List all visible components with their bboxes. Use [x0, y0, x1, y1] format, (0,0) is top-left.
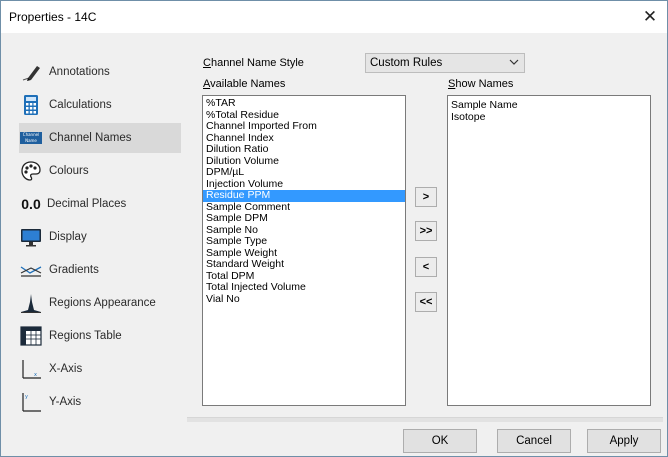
sidebar-item-label: Channel Names: [49, 132, 132, 144]
table-icon: [19, 324, 43, 348]
list-item-selected[interactable]: Residue PPM: [203, 189, 405, 202]
sidebar-item-label: Decimal Places: [47, 198, 127, 210]
remove-all-button[interactable]: <<: [415, 292, 437, 312]
sidebar-item-label: Calculations: [49, 99, 112, 111]
svg-text:y: y: [25, 394, 28, 400]
sidebar-item-label: Regions Appearance: [49, 297, 156, 309]
sidebar-item-label: X-Axis: [49, 363, 83, 375]
sidebar-item-label: Regions Table: [49, 330, 122, 342]
sidebar-item-label: Display: [49, 231, 87, 243]
peak-icon: [19, 291, 43, 315]
sidebar-item-label: Y-Axis: [49, 396, 82, 408]
window-title: Properties - 14C: [9, 10, 97, 24]
pen-icon: [19, 60, 43, 84]
remove-button[interactable]: <: [415, 257, 437, 277]
list-item[interactable]: %TAR: [203, 97, 405, 110]
title-bar: Properties - 14C ✕: [1, 1, 667, 33]
channel-name-style-label: Channel Name Style: [203, 57, 304, 69]
sidebar-item-calculations[interactable]: Calculations: [19, 90, 181, 120]
y-axis-icon: y: [19, 390, 43, 414]
close-button[interactable]: ✕: [633, 1, 667, 33]
add-all-button[interactable]: >>: [415, 221, 437, 241]
list-item[interactable]: Sample Name: [448, 99, 650, 112]
sidebar-item-annotations[interactable]: Annotations: [19, 57, 181, 87]
list-item[interactable]: Isotope: [448, 111, 650, 124]
sidebar-item-label: Gradients: [49, 264, 99, 276]
list-item[interactable]: Dilution Ratio: [203, 143, 405, 156]
channel-name-style-select[interactable]: Custom Rules: [365, 53, 525, 73]
sidebar-item-gradients[interactable]: Gradients: [19, 255, 181, 285]
cancel-button[interactable]: Cancel: [497, 429, 571, 453]
show-names-list[interactable]: Sample Name Isotope: [447, 95, 651, 406]
sidebar-item-regions-table[interactable]: Regions Table: [19, 321, 181, 351]
list-item[interactable]: Sample Type: [203, 235, 405, 248]
show-names-label: Show Names: [448, 78, 514, 90]
list-item[interactable]: Vial No: [203, 293, 405, 306]
horizontal-scrollbar[interactable]: [187, 417, 663, 422]
channel-name-icon: Channel Name: [19, 126, 43, 150]
available-names-label: Available Names: [203, 78, 286, 90]
list-item[interactable]: Standard Weight: [203, 258, 405, 271]
properties-dialog: Properties - 14C ✕ Annotations Calculati…: [0, 0, 668, 457]
x-axis-icon: x: [19, 357, 43, 381]
apply-button[interactable]: Apply: [587, 429, 661, 453]
list-item[interactable]: Sample DPM: [203, 212, 405, 225]
sidebar-item-x-axis[interactable]: x X-Axis: [19, 354, 181, 384]
sidebar-item-y-axis[interactable]: y Y-Axis: [19, 387, 181, 417]
available-names-list[interactable]: %TAR %Total Residue Channel Imported Fro…: [202, 95, 406, 406]
add-button[interactable]: >: [415, 187, 437, 207]
close-icon: ✕: [642, 7, 658, 26]
sidebar-item-label: Annotations: [49, 66, 110, 78]
svg-text:x: x: [34, 372, 37, 378]
sidebar-item-decimal-places[interactable]: 0.0 Decimal Places: [19, 189, 181, 219]
sidebar-item-regions-appearance[interactable]: Regions Appearance: [19, 288, 181, 318]
sidebar-item-channel-names[interactable]: Channel Name Channel Names: [19, 123, 181, 153]
sidebar-item-label: Colours: [49, 165, 89, 177]
list-item[interactable]: Channel Imported From: [203, 120, 405, 133]
list-item[interactable]: Total Injected Volume: [203, 281, 405, 294]
select-value: Custom Rules: [370, 57, 443, 69]
sidebar-item-display[interactable]: Display: [19, 222, 181, 252]
sidebar: Annotations Calculations Channel Name Ch…: [1, 33, 187, 456]
palette-icon: [19, 159, 43, 183]
calculator-icon: [19, 93, 43, 117]
list-item[interactable]: DPM/µL: [203, 166, 405, 179]
monitor-icon: [19, 225, 43, 249]
dialog-body: Annotations Calculations Channel Name Ch…: [1, 33, 667, 456]
gradient-icon: [19, 258, 43, 282]
chevron-down-icon: [509, 57, 519, 70]
ok-button[interactable]: OK: [403, 429, 477, 453]
sidebar-item-colours[interactable]: Colours: [19, 156, 181, 186]
decimal-icon: 0.0: [21, 196, 41, 212]
